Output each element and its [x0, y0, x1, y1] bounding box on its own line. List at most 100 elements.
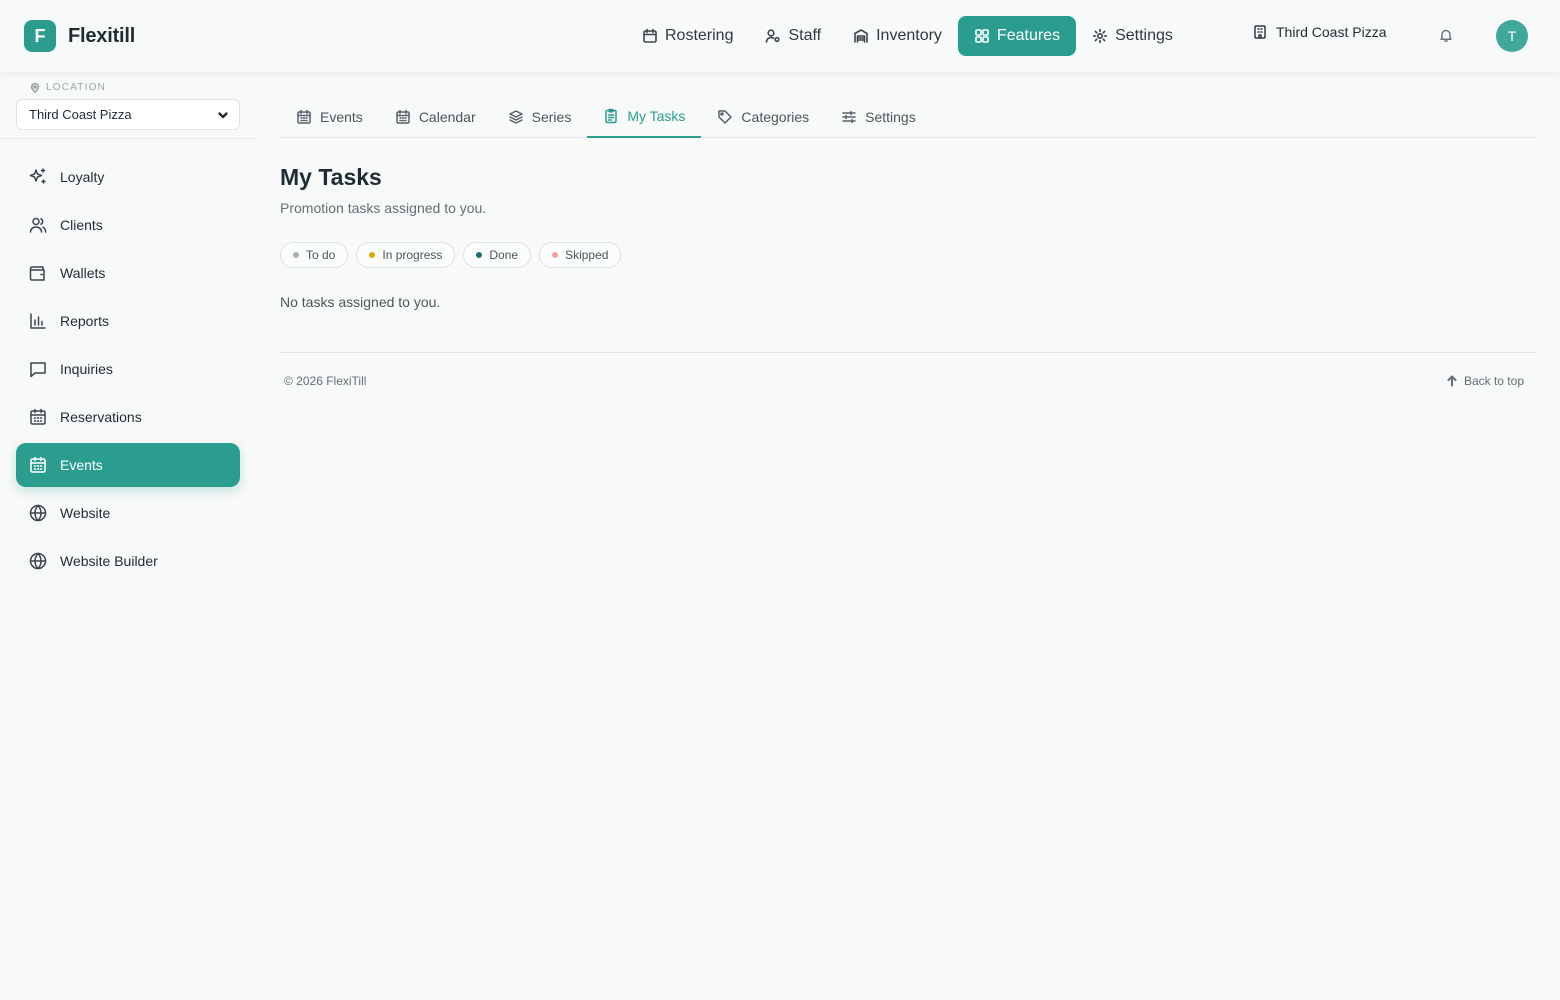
brand[interactable]: F Flexitill — [24, 20, 135, 52]
sidebar-item-label: Inquiries — [60, 361, 113, 377]
bell-icon — [1440, 29, 1452, 42]
location-name: Third Coast Pizza — [1276, 24, 1387, 40]
gear-icon — [1092, 28, 1108, 44]
arrow-up-icon — [1447, 375, 1457, 387]
location-label: LOCATION — [30, 82, 106, 93]
sidebar-item-label: Events — [60, 457, 103, 473]
sidebar-item-label: Website Builder — [60, 553, 158, 569]
page-title: My Tasks — [280, 164, 382, 190]
sparkles-icon — [29, 168, 46, 184]
tab-label: Calendar — [418, 108, 476, 125]
status-dot — [369, 252, 376, 258]
user-cog-icon — [766, 29, 781, 43]
tab-events[interactable]: Events — [280, 96, 379, 137]
page-subtitle: Promotion tasks assigned to you. — [280, 200, 487, 216]
filter-label: To do — [306, 248, 336, 262]
tab-series[interactable]: Series — [492, 96, 588, 137]
calendar-grid-icon — [297, 109, 311, 124]
calendar-icon — [643, 28, 657, 43]
wallet-icon — [29, 266, 45, 281]
clipboard-icon — [605, 108, 618, 124]
calendar-grid-icon — [396, 109, 410, 124]
tag-icon — [718, 109, 733, 124]
top-nav-label: Staff — [788, 27, 822, 44]
tab-label: Categories — [741, 108, 810, 125]
message-square-icon — [30, 362, 46, 378]
sidebar-item-label: Website — [60, 505, 111, 521]
filter-skipped[interactable]: Skipped — [539, 242, 622, 268]
filter-label: Skipped — [565, 248, 609, 262]
footer-divider — [280, 352, 1536, 353]
globe-icon — [29, 504, 47, 522]
layers-icon — [508, 109, 523, 124]
status-dot — [293, 252, 299, 258]
tab-label: Series — [531, 108, 572, 125]
top-nav-label: Settings — [1115, 27, 1173, 44]
top-nav-label: Features — [996, 27, 1061, 44]
top-nav-label: Rostering — [665, 27, 734, 44]
location-label-text: LOCATION — [46, 82, 106, 93]
sidebar-item-inquiries[interactable]: Inquiries — [16, 347, 240, 391]
status-dot — [552, 252, 559, 258]
back-to-top-label: Back to top — [1463, 374, 1524, 388]
avatar[interactable]: T — [1496, 20, 1528, 52]
location-select-value: Third Coast Pizza — [29, 107, 132, 122]
sidebar: LOCATION Third Coast Pizza Loyalty Clien… — [0, 72, 256, 1000]
location-switcher[interactable]: Third Coast Pizza — [1252, 24, 1386, 40]
sidebar-item-clients[interactable]: Clients — [16, 203, 240, 247]
top-nav-settings[interactable]: Settings — [1076, 16, 1189, 56]
map-pin-icon — [30, 82, 40, 93]
warehouse-icon — [854, 29, 868, 43]
filter-to-do[interactable]: To do — [280, 242, 349, 268]
tab-my-tasks[interactable]: My Tasks — [587, 96, 702, 138]
notifications-button[interactable] — [1438, 27, 1454, 43]
top-nav-inventory[interactable]: Inventory — [837, 16, 958, 56]
top-nav-features[interactable]: Features — [957, 16, 1077, 56]
sidebar-item-website[interactable]: Website — [16, 491, 240, 535]
filter-label: Done — [489, 248, 519, 262]
calendar-grid-icon — [30, 408, 46, 425]
brand-logo: F — [24, 20, 56, 52]
sidebar-nav: Loyalty Clients Wallets Reports Inquirie… — [16, 155, 240, 587]
top-bar: F Flexitill Rostering Staff Inventory Fe… — [0, 0, 1560, 72]
sliders-icon — [842, 110, 856, 123]
sidebar-item-label: Reports — [60, 313, 110, 329]
chevron-down-icon — [218, 111, 228, 118]
building-icon — [1254, 25, 1266, 39]
top-nav-rostering[interactable]: Rostering — [626, 16, 749, 56]
location-select[interactable]: Third Coast Pizza — [16, 99, 240, 130]
sidebar-item-reservations[interactable]: Reservations — [16, 395, 240, 439]
sidebar-item-events[interactable]: Events — [16, 443, 240, 487]
back-to-top-link[interactable]: Back to top — [1446, 374, 1524, 388]
sidebar-item-label: Loyalty — [60, 169, 105, 185]
top-nav: Rostering Staff Inventory Features Setti… — [626, 16, 1189, 56]
sidebar-item-website-builder[interactable]: Website Builder — [16, 539, 240, 583]
status-filters: To do In progress Done Skipped — [280, 242, 622, 268]
sidebar-item-loyalty[interactable]: Loyalty — [16, 155, 240, 199]
sidebar-item-label: Wallets — [60, 265, 106, 281]
brand-name: Flexitill — [68, 24, 136, 47]
filter-label: In progress — [382, 248, 443, 262]
top-nav-staff[interactable]: Staff — [749, 16, 837, 56]
filter-in-progress[interactable]: In progress — [356, 242, 456, 268]
bar-chart-icon — [30, 313, 46, 329]
sidebar-item-label: Clients — [60, 217, 103, 233]
status-dot — [476, 252, 483, 258]
tab-label: Events — [320, 108, 363, 125]
tab-label: My Tasks — [627, 108, 686, 124]
tab-calendar[interactable]: Calendar — [379, 96, 492, 137]
sidebar-divider — [0, 138, 256, 139]
copyright: © 2026 FlexiTill — [284, 374, 367, 388]
filter-done[interactable]: Done — [463, 242, 532, 268]
globe-icon — [29, 552, 47, 570]
tab-settings[interactable]: Settings — [825, 96, 932, 137]
tab-categories[interactable]: Categories — [701, 96, 825, 137]
tab-label: Settings — [865, 108, 916, 125]
events-subtabs: Events Calendar Series My Tasks Categori… — [280, 96, 1536, 138]
empty-state-text: No tasks assigned to you. — [280, 294, 441, 310]
sidebar-item-reports[interactable]: Reports — [16, 299, 240, 343]
sidebar-item-wallets[interactable]: Wallets — [16, 251, 240, 295]
users-icon — [29, 217, 47, 233]
grid-icon — [975, 29, 989, 43]
top-nav-label: Inventory — [876, 27, 942, 44]
